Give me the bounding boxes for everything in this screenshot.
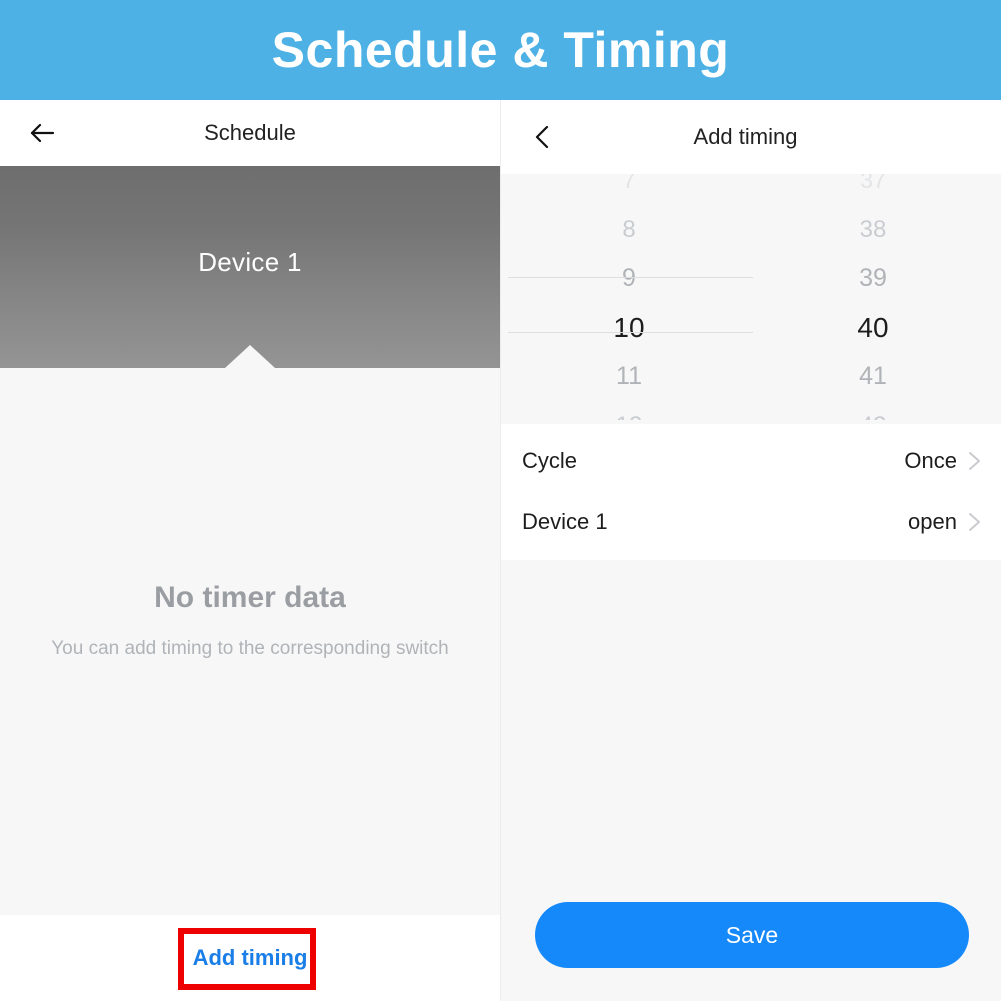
hour-item[interactable]: 12 (504, 401, 754, 420)
minute-item[interactable]: 42 (748, 401, 998, 420)
time-picker[interactable]: 78910111213 37383940414243 (500, 174, 1001, 420)
hour-item-selected[interactable]: 10 (504, 303, 754, 352)
add-timing-panel: Add timing 78910111213 37383940414243 Cy… (500, 100, 1001, 1001)
empty-state-title: No timer data (154, 581, 346, 614)
minute-item[interactable]: 38 (748, 205, 998, 254)
schedule-panel: Schedule Device 1 No timer data You can … (0, 100, 500, 1001)
schedule-navbar-title: Schedule (204, 120, 296, 145)
add-timing-navbar-title: Add timing (693, 124, 798, 149)
picker-selection-line-top (508, 277, 753, 278)
hour-item[interactable]: 7 (504, 174, 754, 205)
page-banner: Schedule & Timing (0, 0, 1001, 100)
back-button[interactable] (18, 100, 66, 166)
chevron-right-icon (963, 511, 985, 533)
back-button-right[interactable] (518, 100, 566, 174)
device-tab-notch-icon (225, 345, 275, 368)
device-tab-label: Device 1 (198, 246, 302, 277)
hour-item[interactable]: 9 (504, 254, 754, 303)
timing-settings-card: Cycle Once Device 1 open (500, 424, 1001, 560)
device-tab[interactable]: Device 1 (0, 166, 500, 368)
hour-item[interactable]: 11 (504, 352, 754, 401)
chevron-right-icon (963, 450, 985, 472)
minute-item[interactable]: 39 (748, 254, 998, 303)
minute-wheel[interactable]: 37383940414243 (748, 174, 998, 420)
picker-selection-line-bottom (508, 332, 753, 333)
hour-item[interactable]: 8 (504, 205, 754, 254)
setting-value: Once (904, 447, 957, 473)
setting-row[interactable]: Device 1 open (500, 491, 1001, 552)
setting-label: Device 1 (522, 508, 608, 534)
page-title: Schedule & Timing (271, 22, 730, 78)
setting-label: Cycle (522, 447, 578, 473)
add-timing-button[interactable]: Add timing (173, 933, 328, 983)
hour-wheel[interactable]: 78910111213 (504, 174, 754, 420)
save-button[interactable]: Save (535, 902, 969, 968)
app-screen: Schedule & Timing Schedule Device 1 No t… (0, 0, 1001, 1001)
add-timing-navbar: Add timing (500, 100, 1001, 174)
schedule-navbar: Schedule (0, 100, 500, 166)
panel-divider (500, 100, 501, 1001)
minute-item[interactable]: 41 (748, 352, 998, 401)
arrow-left-icon (30, 123, 55, 143)
minute-item-selected[interactable]: 40 (748, 303, 998, 352)
empty-state: No timer data You can add timing to the … (0, 580, 500, 661)
empty-state-subtitle: You can add timing to the corresponding … (51, 638, 449, 659)
chevron-left-icon (535, 125, 549, 149)
minute-item[interactable]: 37 (748, 174, 998, 205)
add-timing-bar: Add timing (0, 915, 500, 1001)
setting-row[interactable]: Cycle Once (500, 430, 1001, 491)
setting-value: open (908, 508, 957, 534)
